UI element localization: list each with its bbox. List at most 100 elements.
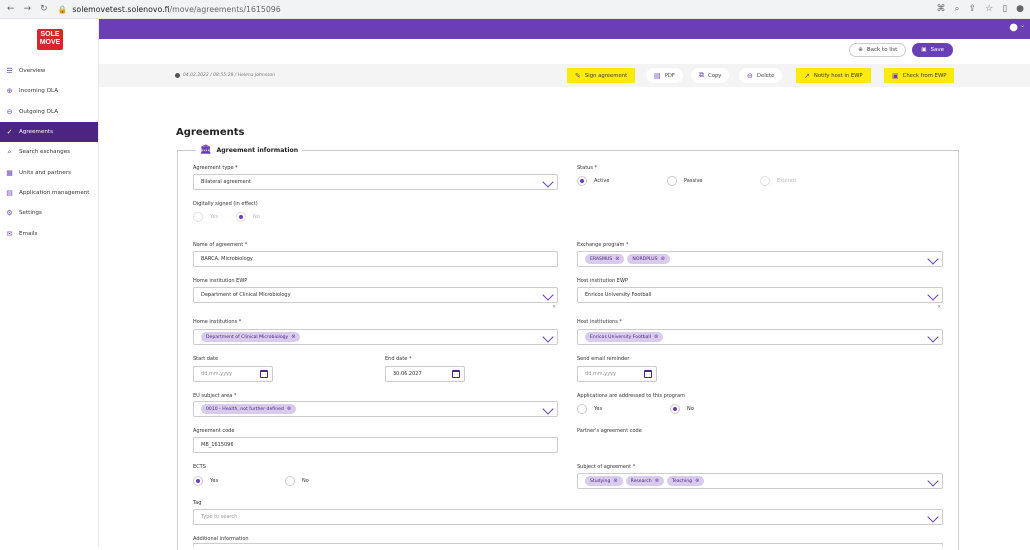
back-arrow-icon[interactable]: ← xyxy=(7,4,15,14)
radio-checked-icon xyxy=(577,176,587,186)
sidebar-item-settings[interactable]: ⚙ Settings xyxy=(0,203,98,223)
start-date-input[interactable]: dd.mm.yyyy xyxy=(193,366,273,382)
host-institutions-select[interactable]: Enricos University Football ⊗ xyxy=(577,329,943,345)
chip-erasmus: ERASMUS ⊗ xyxy=(585,254,625,264)
sidebar-item-search-exchanges[interactable]: ⌕ Search exchanges xyxy=(0,142,98,162)
chevron-down-icon xyxy=(542,404,552,414)
header-actions: ⊕ Back to list ▣ Save xyxy=(849,43,953,57)
status-label: Status * xyxy=(577,165,598,171)
digitally-signed-label: Digitally signed (in effect) xyxy=(193,201,258,207)
calendar-icon[interactable] xyxy=(452,370,460,378)
remove-chip-icon[interactable]: ⊗ xyxy=(287,406,291,412)
calendar-icon[interactable] xyxy=(644,370,652,378)
back-to-list-button[interactable]: ⊕ Back to list xyxy=(849,43,907,57)
sidebar-item-outgoing-ola[interactable]: ⊖ Outgoing OLA xyxy=(0,102,98,122)
remove-chip-icon[interactable]: ⊗ xyxy=(661,256,665,262)
lock-icon: 🔒 xyxy=(57,4,68,14)
clear-icon[interactable]: × xyxy=(552,304,556,310)
chip-teaching: Teaching ⊗ xyxy=(666,476,705,486)
save-button[interactable]: ▣ Save xyxy=(912,43,953,57)
agreement-name-value: BARCA, Microbiology xyxy=(201,256,253,262)
logo-line-2: MOVE xyxy=(39,39,61,46)
section-title: 🏛 Agreement information xyxy=(196,145,303,155)
eu-subject-select[interactable]: 0010 - Health, not further defined ⊗ xyxy=(193,401,558,417)
applications-label: Applications are addressed to this progr… xyxy=(577,393,685,399)
calendar-icon[interactable] xyxy=(260,370,268,378)
sidebar-item-label: Search exchanges xyxy=(19,149,71,156)
subject-of-agreement-select[interactable]: Studying ⊗ Research ⊗ Teaching ⊗ xyxy=(577,473,943,489)
additional-info-label: Additional information xyxy=(193,536,249,542)
sidebar-item-emails[interactable]: ✉ Emails xyxy=(0,223,98,243)
building-icon: ▦ xyxy=(6,168,13,177)
radio-disabled-icon xyxy=(760,176,770,186)
pdf-button[interactable]: ▤ PDF xyxy=(646,68,683,83)
chip-label: 0010 - Health, not further defined xyxy=(206,406,284,412)
agreement-code-input[interactable]: MB_1615096 xyxy=(193,437,558,453)
sidebar-item-overview[interactable]: ☰ Overview xyxy=(0,61,98,81)
sidebar-item-label: Units and partners xyxy=(19,169,72,176)
browser-nav: ← → ↻ xyxy=(7,4,48,14)
ects-label: ECTS xyxy=(193,464,206,470)
sidepanel-icon[interactable]: ▯ xyxy=(1002,4,1007,14)
applications-yes-radio[interactable]: Yes xyxy=(577,404,602,414)
back-to-list-label: Back to list xyxy=(866,47,898,53)
share-icon[interactable]: ⇪ xyxy=(969,4,977,14)
reload-icon[interactable]: ↻ xyxy=(40,4,48,14)
status-active-radio[interactable]: Active xyxy=(577,176,609,186)
sidebar-item-units-partners[interactable]: ▦ Units and partners xyxy=(0,162,98,182)
end-date-input[interactable]: 30.06.2027 xyxy=(385,366,465,382)
end-date-label: End date * xyxy=(385,356,412,362)
remove-chip-icon[interactable]: ⊗ xyxy=(654,334,658,340)
ects-no-radio[interactable]: No xyxy=(285,476,309,486)
pdf-icon: ▤ xyxy=(654,71,661,80)
sign-agreement-button[interactable]: ✎ Sign agreement xyxy=(567,68,636,83)
agreement-name-input[interactable]: BARCA, Microbiology xyxy=(193,251,558,267)
record-meta-text: 04.02.2022 / 08:55:28 / Helena Johnsson xyxy=(183,73,276,78)
remove-chip-icon[interactable]: ⊗ xyxy=(695,478,699,484)
user-menu[interactable]: ● ⌄ xyxy=(1009,22,1025,33)
clear-icon[interactable]: × xyxy=(937,304,941,310)
host-institution-ewp-select[interactable]: Enricos University Football xyxy=(577,287,943,303)
check-from-ewp-button[interactable]: ▣ Check from EWP xyxy=(884,68,955,83)
zoom-icon[interactable]: ⌕ xyxy=(955,4,960,14)
applications-no-radio[interactable]: No xyxy=(670,404,694,414)
notify-host-ewp-button[interactable]: ↗ Notify host in EWP xyxy=(796,68,871,83)
logo[interactable]: SOLE MOVE xyxy=(37,29,63,50)
chevron-down-icon xyxy=(927,476,937,486)
partner-code-label: Partner's agreement code xyxy=(577,428,642,434)
ects-yes-radio[interactable]: Yes xyxy=(193,476,218,486)
status-passive-radio[interactable]: Passive xyxy=(667,176,703,186)
email-reminder-input[interactable]: dd.mm.yyyy xyxy=(577,366,657,382)
applications-no-label: No xyxy=(687,406,694,412)
home-institution-ewp-select[interactable]: Department of Clinical Microbiology xyxy=(193,287,558,303)
agreement-type-select[interactable]: Bilateral agreement xyxy=(193,174,558,190)
remove-chip-icon[interactable]: ⊗ xyxy=(291,334,295,340)
tag-label: Tag xyxy=(193,500,202,506)
delete-label: Delete xyxy=(756,72,775,79)
chip-nordplus: NORDPLUS ⊗ xyxy=(627,254,670,264)
remove-chip-icon[interactable]: ⊗ xyxy=(613,478,617,484)
sidebar-item-incoming-ola[interactable]: ⊕ Incoming OLA xyxy=(0,81,98,101)
host-institution-ewp-label: Host institution EWP xyxy=(577,278,628,284)
tag-input[interactable]: Type to search xyxy=(193,509,943,525)
delete-button[interactable]: ⊖ Delete xyxy=(739,68,783,83)
sidebar-item-application-management[interactable]: ▤ Application management xyxy=(0,183,98,203)
remove-chip-icon[interactable]: ⊗ xyxy=(655,478,659,484)
translate-icon[interactable]: ⌘ xyxy=(937,4,946,14)
app-header-bar xyxy=(99,19,1030,39)
chevron-down-icon xyxy=(927,290,937,300)
exchange-program-select[interactable]: ERASMUS ⊗ NORDPLUS ⊗ xyxy=(577,251,943,267)
home-institutions-select[interactable]: Department of Clinical Microbiology ⊗ xyxy=(193,329,558,345)
email-reminder-placeholder: dd.mm.yyyy xyxy=(585,371,617,377)
chip-research: Research ⊗ xyxy=(625,476,664,486)
star-icon[interactable]: ☆ xyxy=(985,4,993,14)
forward-arrow-icon[interactable]: → xyxy=(24,4,32,14)
status-expired-radio: Expired xyxy=(760,176,796,186)
address-bar[interactable]: 🔒 solemovetest.solenovo.fi/move/agreemen… xyxy=(58,5,281,14)
remove-chip-icon[interactable]: ⊗ xyxy=(615,256,619,262)
gear-icon: ⚙ xyxy=(6,209,13,218)
eu-subject-label: EU subject area * xyxy=(193,393,237,399)
sidebar-item-agreements[interactable]: ✓ Agreements xyxy=(0,121,98,143)
profile-icon[interactable]: ● xyxy=(1016,4,1024,14)
copy-button[interactable]: ⧉ Copy xyxy=(691,68,730,83)
